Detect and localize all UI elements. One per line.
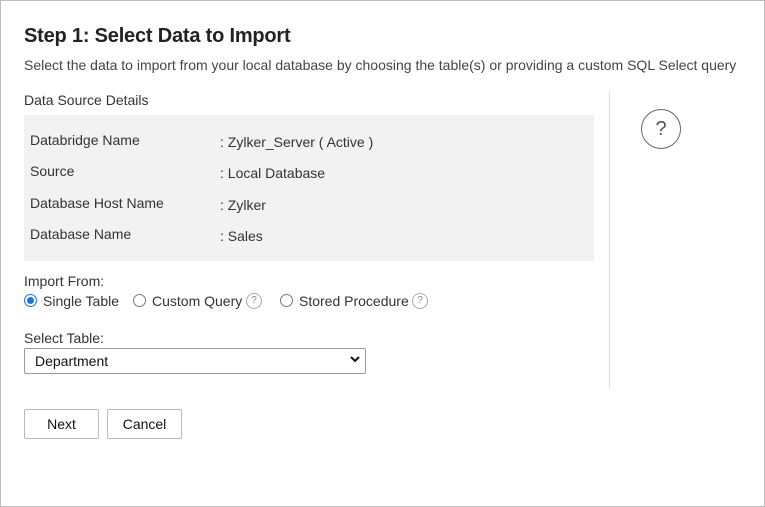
cancel-button[interactable]: Cancel xyxy=(107,409,182,439)
detail-value: : Zylker xyxy=(220,197,266,213)
stored-procedure-help-icon[interactable]: ? xyxy=(412,293,428,309)
detail-value: : Zylker_Server ( Active ) xyxy=(220,134,374,150)
data-source-details-panel: Databridge Name : Zylker_Server ( Active… xyxy=(24,115,594,261)
radio-button[interactable] xyxy=(280,294,293,307)
import-dialog: Step 1: Select Data to Import Select the… xyxy=(0,0,765,507)
detail-key: Databridge Name xyxy=(30,132,140,148)
help-icon[interactable]: ? xyxy=(641,109,681,149)
radio-label[interactable]: Single Table xyxy=(43,293,119,309)
detail-value: : Sales xyxy=(220,228,263,244)
page-title: Step 1: Select Data to Import xyxy=(24,25,291,47)
next-button[interactable]: Next xyxy=(24,409,99,439)
radio-label[interactable]: Stored Procedure xyxy=(299,293,409,309)
radio-label[interactable]: Custom Query xyxy=(152,293,242,309)
detail-key: Database Host Name xyxy=(30,195,164,211)
detail-key: Database Name xyxy=(30,226,132,242)
detail-value: : Local Database xyxy=(220,165,326,181)
select-table-label: Select Table: xyxy=(24,330,104,346)
page-subtitle: Select the data to import from your loca… xyxy=(24,57,737,73)
radio-button[interactable] xyxy=(133,294,146,307)
data-source-heading: Data Source Details xyxy=(24,92,149,108)
select-table-dropdown[interactable]: Department xyxy=(24,348,366,374)
detail-key: Source xyxy=(30,163,75,179)
radio-button[interactable] xyxy=(24,294,37,307)
import-from-label: Import From: xyxy=(24,273,105,289)
chevron-down-icon xyxy=(350,356,360,363)
selected-table-value: Department xyxy=(35,353,109,369)
vertical-divider xyxy=(609,91,610,388)
custom-query-help-icon[interactable]: ? xyxy=(246,293,262,309)
